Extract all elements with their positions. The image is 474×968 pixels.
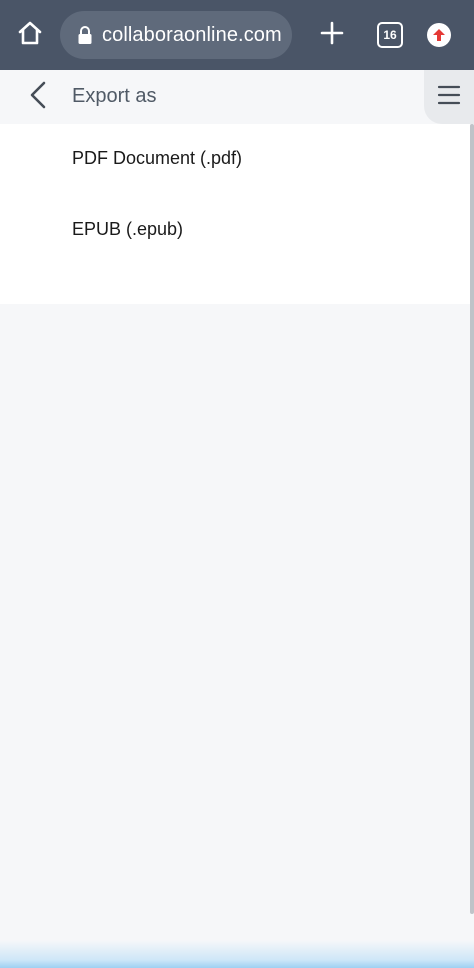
export-option-epub[interactable]: EPUB (.epub) [0,195,470,265]
panel-header: Export as [0,70,474,124]
address-bar[interactable]: collaboraonline.com [60,11,292,59]
plus-icon [319,20,345,51]
bottom-edge-glow [0,940,474,968]
new-tab-button[interactable] [314,16,350,54]
export-option-label: PDF Document (.pdf) [72,148,243,168]
export-option-pdf[interactable]: PDF Document (.pdf) [0,124,470,194]
home-icon [16,19,44,52]
export-option-label: EPUB (.epub) [72,219,184,239]
back-button[interactable] [20,78,56,116]
update-icon [427,23,451,47]
url-text: collaboraonline.com [102,23,282,46]
chevron-left-icon [27,80,49,115]
menu-button[interactable] [424,70,474,124]
scrollbar[interactable] [470,124,474,914]
tab-count: 16 [383,28,397,42]
lock-icon [76,24,94,46]
browser-toolbar: collaboraonline.com 16 [0,0,474,70]
export-options-list: PDF Document (.pdf) EPUB (.epub) [0,124,470,304]
tab-switcher-button[interactable]: 16 [374,19,406,51]
home-button[interactable] [12,16,48,54]
page-title: Export as [72,85,157,107]
tabs-icon: 16 [377,22,403,48]
update-button[interactable] [424,20,454,50]
hamburger-menu-icon [437,84,461,111]
